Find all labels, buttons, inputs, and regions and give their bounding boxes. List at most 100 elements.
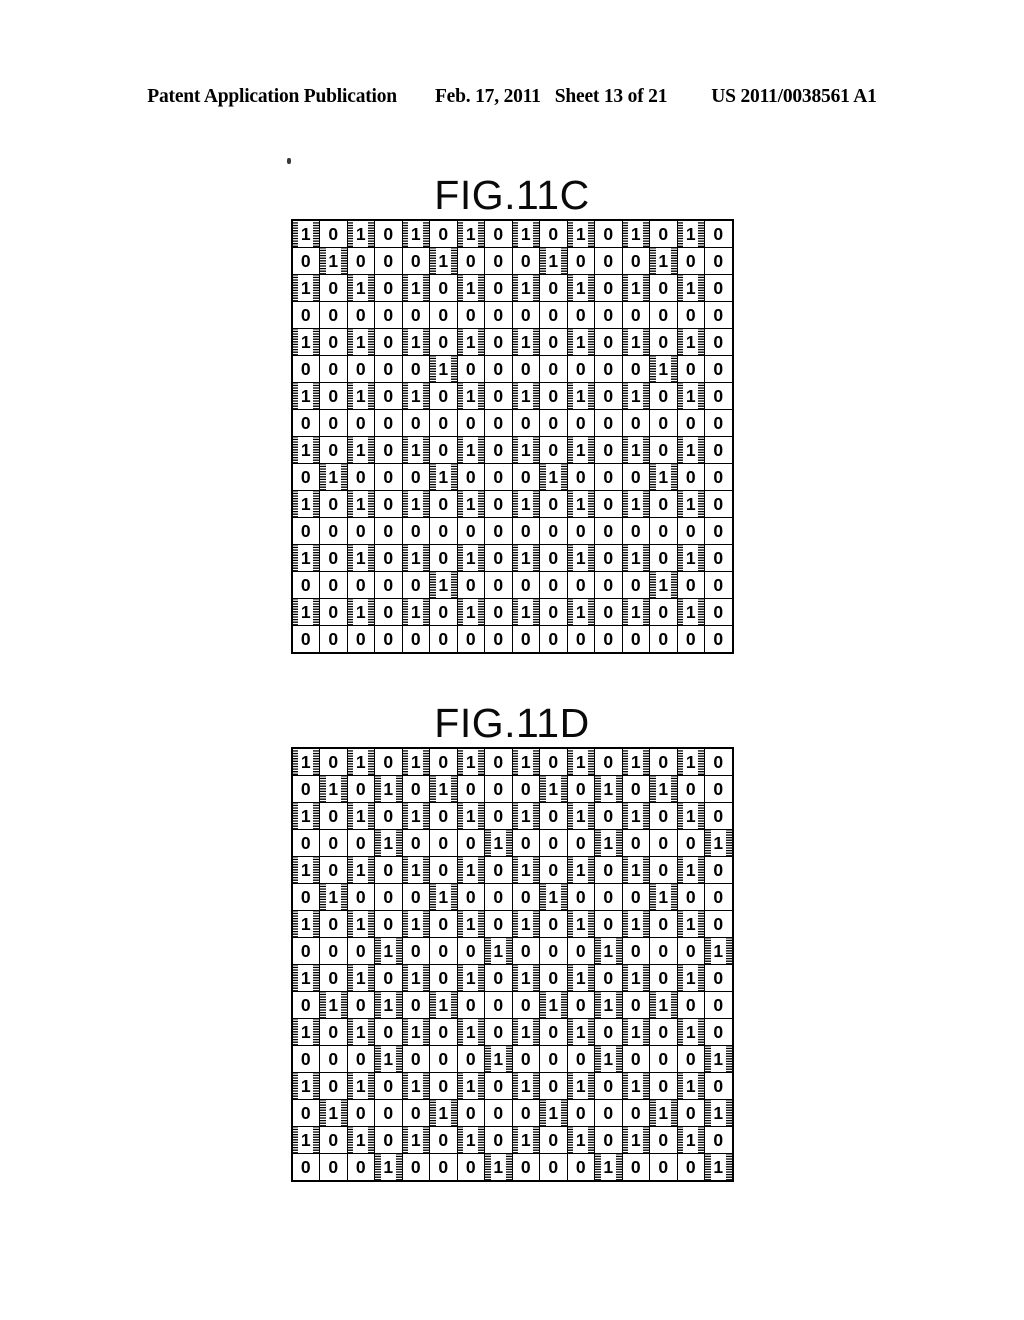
bit-cell-label: 0 [493, 860, 504, 880]
bit-cell-label: 0 [410, 995, 421, 1015]
bit-cell: 0 [319, 802, 348, 830]
bit-cell: 0 [704, 382, 733, 410]
bit-cell-label: 0 [658, 914, 669, 934]
bit-cell-label: 0 [465, 251, 476, 271]
bit-row: 1010101010101010 [291, 856, 733, 884]
bit-cell: 0 [484, 328, 513, 356]
bit-cell: 0 [704, 490, 733, 518]
bit-cell: 0 [511, 355, 540, 383]
bit-cell: 0 [676, 883, 705, 911]
bit-cell-label: 0 [410, 467, 421, 487]
bit-cell-label: 0 [630, 413, 641, 433]
bit-cell-label: 0 [630, 779, 641, 799]
bit-cell-label: 1 [683, 599, 699, 625]
bit-cell: 1 [676, 910, 705, 938]
bit-cell-label: 1 [353, 749, 369, 775]
bit-cell-label: 1 [298, 545, 314, 571]
bit-cell-label: 0 [603, 806, 614, 826]
bit-cell: 0 [456, 571, 485, 599]
bit-cell: 0 [429, 625, 458, 654]
bit-cell: 1 [456, 544, 485, 572]
bit-cell: 1 [429, 991, 458, 1019]
bit-cell-label: 0 [328, 548, 339, 568]
bit-cell-label: 0 [438, 413, 449, 433]
bit-cell-label: 0 [328, 521, 339, 541]
bit-cell: 1 [621, 856, 650, 884]
bit-cell-label: 0 [493, 548, 504, 568]
bit-cell-label: 0 [603, 467, 614, 487]
bit-cell-label: 0 [355, 833, 366, 853]
bit-cell-label: 0 [383, 413, 394, 433]
bit-cell: 0 [346, 883, 375, 911]
bit-cell-label: 0 [438, 548, 449, 568]
bit-cell: 0 [676, 247, 705, 275]
bit-cell-label: 0 [493, 1130, 504, 1150]
bit-cell-label: 0 [493, 914, 504, 934]
bit-cell: 0 [429, 219, 458, 248]
bit-cell: 1 [676, 219, 705, 248]
bit-cell-label: 0 [713, 359, 724, 379]
bit-cell: 1 [456, 802, 485, 830]
bit-cell-label: 1 [490, 1154, 506, 1180]
bit-cell-label: 1 [380, 992, 396, 1018]
bit-cell-label: 0 [548, 548, 559, 568]
bit-cell: 0 [539, 829, 568, 857]
bit-cell-label: 0 [603, 1022, 614, 1042]
bit-cell-label: 0 [465, 467, 476, 487]
bit-cell-label: 1 [655, 572, 671, 598]
bit-cell: 0 [456, 937, 485, 965]
bit-cell-label: 0 [493, 1076, 504, 1096]
bit-cell: 0 [346, 409, 375, 437]
bit-cell-label: 0 [493, 440, 504, 460]
bit-cell: 1 [621, 219, 650, 248]
bit-cell-label: 0 [328, 305, 339, 325]
bit-cell-label: 1 [408, 275, 424, 301]
bit-cell: 0 [621, 463, 650, 491]
bit-cell: 0 [594, 517, 623, 545]
bit-cell-label: 1 [518, 545, 534, 571]
bit-cell-label: 0 [658, 752, 669, 772]
bit-cell-label: 0 [548, 629, 559, 649]
bit-cell: 0 [484, 856, 513, 884]
bit-cell-label: 1 [628, 275, 644, 301]
bit-cell: 0 [621, 829, 650, 857]
bit-cell-label: 0 [383, 752, 394, 772]
bit-cell: 0 [374, 1018, 403, 1046]
bit-cell-label: 0 [548, 602, 559, 622]
bit-cell: 1 [346, 1072, 375, 1100]
bit-cell-label: 0 [685, 995, 696, 1015]
bit-cell: 1 [346, 598, 375, 626]
bit-cell: 1 [539, 1099, 568, 1127]
bit-cell: 1 [539, 247, 568, 275]
bit-cell: 0 [429, 747, 458, 776]
bit-cell-label: 0 [575, 1049, 586, 1069]
bit-cell: 1 [429, 883, 458, 911]
bit-cell-label: 0 [548, 494, 559, 514]
bit-cell: 1 [319, 1099, 348, 1127]
bit-cell: 0 [484, 1072, 513, 1100]
figure-11d-grid-wrap: 1010101010101010010101000101010010101010… [0, 747, 1024, 1182]
bit-cell-label: 0 [438, 521, 449, 541]
bit-cell-label: 0 [548, 1157, 559, 1177]
bit-cell: 1 [456, 1072, 485, 1100]
bit-cell-label: 1 [628, 911, 644, 937]
bit-cell: 1 [401, 598, 430, 626]
bit-cell: 1 [621, 490, 650, 518]
bit-cell: 0 [346, 1099, 375, 1127]
bit-cell: 0 [319, 571, 348, 599]
bit-cell-label: 0 [713, 602, 724, 622]
bit-cell-label: 0 [465, 521, 476, 541]
bit-cell-label: 1 [655, 776, 671, 802]
bit-cell-label: 0 [300, 467, 311, 487]
bit-cell: 1 [456, 598, 485, 626]
bit-cell: 1 [676, 1018, 705, 1046]
bit-cell-label: 0 [548, 305, 559, 325]
bit-cell: 1 [484, 1045, 513, 1073]
scan-speck [287, 158, 291, 164]
bit-cell-label: 0 [355, 575, 366, 595]
bit-cell-label: 0 [300, 1157, 311, 1177]
bit-cell-label: 1 [325, 776, 341, 802]
bit-cell-label: 0 [465, 1049, 476, 1069]
bit-cell-label: 0 [603, 224, 614, 244]
bit-cell-label: 1 [463, 383, 479, 409]
